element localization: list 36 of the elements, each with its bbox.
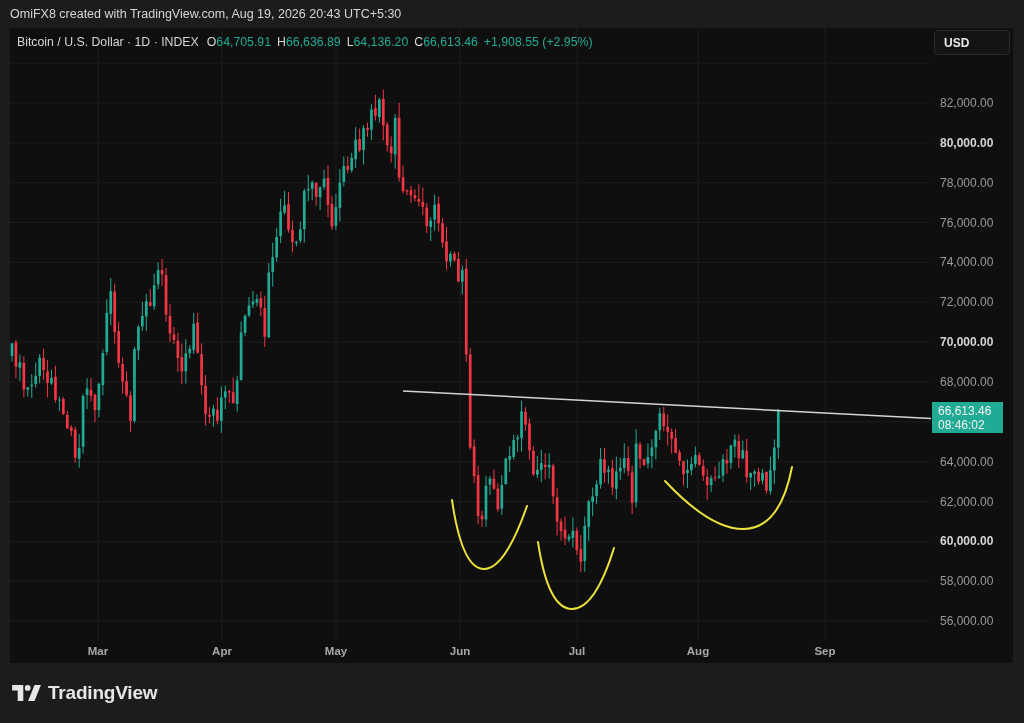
ohlc-label: O <box>206 35 217 49</box>
price-axis-label: 80,000.00 <box>940 135 994 150</box>
chart-caption: OmiFX8 created with TradingView.com, Aug 19, 2026 20:43 UTC+5:30 <box>10 7 402 21</box>
time-axis-label: May <box>324 645 348 657</box>
brand-name: TradingView <box>48 682 158 704</box>
time-axis-label: Sep <box>814 645 836 657</box>
ohlc-value: 66,613.46 <box>423 35 478 49</box>
countdown-timer: 08:46:02 <box>938 417 986 432</box>
currency-button[interactable]: USD <box>934 30 1010 55</box>
ohlc-label: L <box>346 35 354 49</box>
price-axis-label: 76,000.00 <box>940 215 994 230</box>
time-axis-label: Aug <box>686 645 710 657</box>
price-axis-label: 74,000.00 <box>940 255 994 270</box>
time-axis-label: Apr <box>212 645 232 657</box>
ohlc-value: 64,136.20 <box>353 35 409 49</box>
price-axis-label: 78,000.00 <box>940 175 994 190</box>
price-axis-label: 70,000.00 <box>940 335 994 350</box>
ohlc-value: 66,636.89 <box>285 35 341 49</box>
ohlc-label: C <box>414 35 424 49</box>
price-change: +1,908.55 (+2.95%) <box>483 34 593 50</box>
price-axis-label: 62,000.00 <box>940 494 994 509</box>
price-axis-label: 82,000.00 <box>940 96 994 110</box>
price-axis-label: 72,000.00 <box>940 295 994 310</box>
time-axis-label: Jul <box>568 645 586 657</box>
price-axis-label: 64,000.00 <box>940 454 994 469</box>
price-axis-label: 58,000.00 <box>940 574 994 589</box>
price-axis-label: 60,000.00 <box>940 534 994 549</box>
time-axis-label: Jun <box>449 645 471 657</box>
symbol-title: Bitcoin / U.S. Dollar · 1D · INDEX <box>17 34 199 50</box>
ohlc-value: 64,705.91 <box>216 35 272 49</box>
price-axis-label: 68,000.00 <box>940 374 994 389</box>
price-axis-label: 56,000.00 <box>940 614 994 629</box>
ohlc-label: H <box>277 35 286 49</box>
time-axis-label: Mar <box>87 645 109 657</box>
logo-icon <box>12 685 41 701</box>
last-price: 66,613.46 <box>938 403 993 418</box>
